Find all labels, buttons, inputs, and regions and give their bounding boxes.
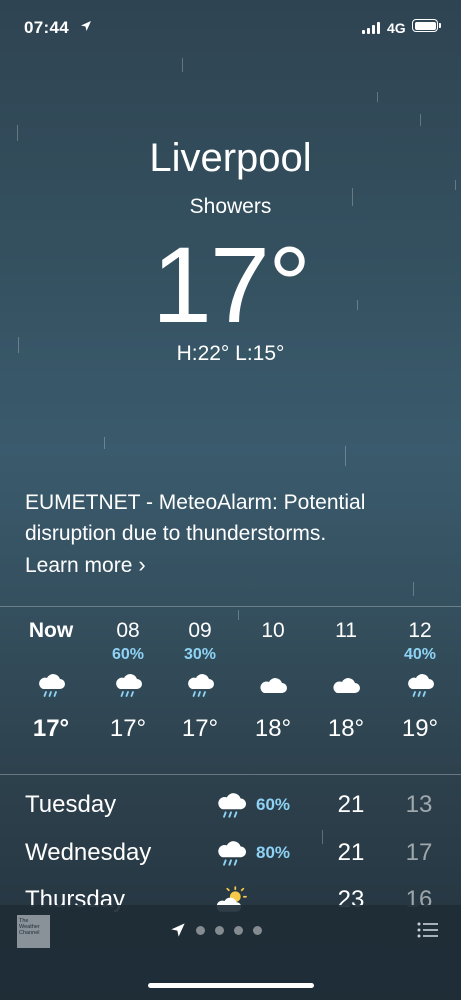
daily-precipitation: 60% [256,795,291,814]
location-arrow-icon [81,21,91,31]
learn-more-link[interactable]: Learn more › [25,549,146,581]
page-dot [215,925,224,935]
page-dot [253,925,262,935]
rain-cloud-icon [116,674,142,697]
daily-day: Wednesday [25,839,152,866]
rain-cloud-icon [408,674,434,697]
location-arrow-icon [171,923,185,937]
rain-cloud-icon [218,841,246,866]
rain-cloud-icon [39,674,65,697]
hourly-temperature: 17° [32,715,70,742]
hourly-forecast[interactable]: Now 17° 08 60% 17° 09 30% 17° 10 18° 11 … [0,618,461,768]
hourly-item: 12 40% 19° [385,618,455,746]
hourly-precipitation [16,644,86,666]
status-time: 07:44 [24,18,69,37]
hourly-item: 10 18° [238,618,308,746]
hourly-temperature: 18° [327,715,365,742]
rain-cloud-icon [218,793,246,818]
alert-text: EUMETNET - MeteoAlarm: Potential disrupt… [25,491,366,545]
hourly-temperature: 17° [109,715,147,742]
hourly-precipitation: 40% [403,646,437,663]
battery-icon [412,19,441,32]
list-icon[interactable] [417,922,439,938]
hourly-time: 11 [335,619,357,642]
daily-high: 21 [337,791,365,818]
daily-row: Wednesday 80% 21 17 [0,833,461,873]
hourly-time: 12 [408,619,432,642]
hourly-item: 08 60% 17° [93,618,163,746]
hourly-time: 09 [188,619,212,642]
daily-high: 21 [337,839,365,866]
divider [0,774,461,775]
hourly-time: 08 [116,619,140,642]
hourly-item: 09 30% 17° [165,618,235,746]
hourly-item: Now 17° [16,618,86,746]
hourly-precipitation: 30% [183,646,217,663]
high-low-temperature: H:22° L:15° [176,342,285,365]
weather-alert[interactable]: EUMETNET - MeteoAlarm: Potential disrupt… [25,487,445,581]
page-indicator[interactable] [170,922,262,938]
hourly-temperature: 19° [401,715,439,742]
hourly-time: Now [28,619,74,642]
hourly-precipitation: 60% [111,646,145,663]
page-dot [234,925,243,935]
hourly-precipitation [311,644,381,666]
daily-day: Tuesday [25,791,117,818]
home-indicator[interactable] [148,983,314,988]
cloud-icon [333,678,360,693]
hourly-precipitation [238,644,308,666]
hourly-temperature: 17° [181,715,219,742]
signal-icon [362,22,380,34]
cloud-icon [260,678,287,693]
chevron-right-icon: › [138,552,146,577]
current-condition: Showers [189,195,272,218]
rain-cloud-icon [188,674,214,697]
city-name: Liverpool [149,136,312,180]
hourly-item: 11 18° [311,618,381,746]
daily-low: 17 [405,839,433,866]
daily-row: Tuesday 60% 21 13 [0,785,461,825]
daily-low: 13 [405,791,433,818]
weather-channel-logo[interactable]: The Weather Channel [17,915,50,948]
network-type: 4G [387,20,406,36]
hourly-time: 10 [261,619,285,642]
page-dot [196,925,205,935]
logo-text: The Weather Channel [19,918,40,936]
hourly-temperature: 18° [254,715,292,742]
daily-precipitation: 80% [256,843,291,862]
status-bar: 07:44 4G [0,0,461,50]
learn-more-label: Learn more [25,554,133,577]
divider [0,606,461,607]
current-temperature: 17° [151,224,311,345]
